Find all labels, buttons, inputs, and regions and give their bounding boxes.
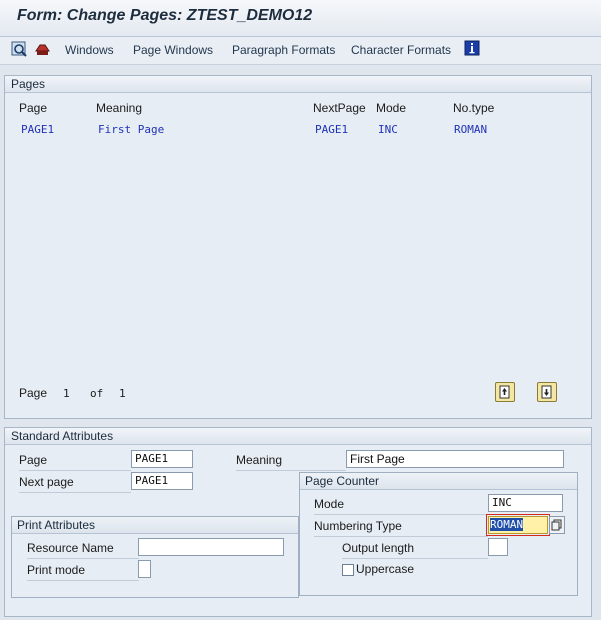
column-header-mode: Mode [376, 101, 407, 115]
print-mode-label: Print mode [27, 563, 86, 577]
numbering-type-field[interactable]: ROMAN [488, 516, 548, 534]
resource-name-underline [27, 558, 139, 559]
title-bar: Form: Change Pages: ZTEST_DEMO12 [0, 0, 601, 37]
page-up-button[interactable] [495, 382, 515, 402]
print-attributes-title: Print Attributes [12, 517, 298, 534]
window-title: Form: Change Pages: ZTEST_DEMO12 [17, 7, 313, 24]
uppercase-checkbox[interactable] [342, 564, 354, 576]
cell-no-type[interactable]: ROMAN [454, 123, 487, 136]
mode-field[interactable]: INC [488, 494, 563, 512]
toolbar-paragraph-formats[interactable]: Paragraph Formats [232, 43, 335, 57]
cell-meaning[interactable]: First Page [98, 123, 164, 136]
mode-label: Mode [314, 497, 345, 511]
output-length-field[interactable] [488, 538, 508, 556]
uppercase-label: Uppercase [356, 562, 415, 576]
numbering-type-selected-text: ROMAN [490, 518, 524, 531]
resource-name-field[interactable] [138, 538, 284, 556]
page-up-icon [499, 385, 510, 399]
next-page-label: Next page [19, 475, 74, 489]
value-help-icon [551, 519, 562, 531]
toolbar-character-formats[interactable]: Character Formats [351, 43, 451, 57]
pager-of-label: of [90, 387, 104, 400]
cell-page[interactable]: PAGE1 [21, 123, 54, 136]
info-icon[interactable] [464, 40, 481, 57]
meaning-field[interactable]: First Page [346, 450, 564, 468]
numbering-type-underline [314, 536, 488, 537]
numbering-type-value-help-button[interactable] [549, 516, 565, 534]
application-toolbar: Windows Page Windows Paragraph Formats C… [0, 37, 601, 65]
next-page-field[interactable]: PAGE1 [131, 472, 193, 490]
other-object-icon[interactable] [34, 41, 51, 58]
output-length-label: Output length [342, 541, 415, 555]
next-page-label-underline [19, 492, 131, 493]
resource-name-label: Resource Name [27, 541, 114, 555]
print-mode-underline [27, 580, 139, 581]
print-attributes-group: Print Attributes Resource Name Print mod… [11, 516, 299, 598]
page-down-button[interactable] [537, 382, 557, 402]
pager-page-label: Page [19, 386, 48, 400]
mode-underline [314, 514, 488, 515]
print-mode-field[interactable] [138, 560, 151, 578]
page-counter-group: Page Counter Mode INC Numbering Type ROM… [299, 472, 578, 596]
page-down-icon [541, 385, 552, 399]
cell-next-page[interactable]: PAGE1 [315, 123, 348, 136]
standard-attributes-panel: Standard Attributes Page PAGE1 Meaning F… [4, 427, 592, 617]
page-field[interactable]: PAGE1 [131, 450, 193, 468]
cell-mode[interactable]: INC [378, 123, 398, 136]
display-change-icon[interactable] [11, 41, 28, 58]
pages-panel: Pages Page Meaning NextPage Mode No.type… [4, 75, 592, 419]
output-length-underline [342, 558, 488, 559]
toolbar-page-windows[interactable]: Page Windows [133, 43, 213, 57]
meaning-label-underline [236, 470, 346, 471]
meaning-label: Meaning [236, 453, 283, 467]
page-counter-title: Page Counter [300, 473, 577, 490]
toolbar-windows[interactable]: Windows [65, 43, 114, 57]
page-label-underline [19, 470, 131, 471]
column-header-meaning: Meaning [96, 101, 143, 115]
column-header-no-type: No.type [453, 101, 495, 115]
numbering-type-label: Numbering Type [314, 519, 402, 533]
pager-total: 1 [119, 387, 126, 400]
column-header-nextpage: NextPage [313, 101, 366, 115]
page-label: Page [19, 453, 48, 467]
pager-current: 1 [63, 387, 70, 400]
column-header-page: Page [19, 101, 48, 115]
standard-attributes-title: Standard Attributes [5, 428, 591, 445]
pages-panel-title: Pages [5, 76, 591, 93]
